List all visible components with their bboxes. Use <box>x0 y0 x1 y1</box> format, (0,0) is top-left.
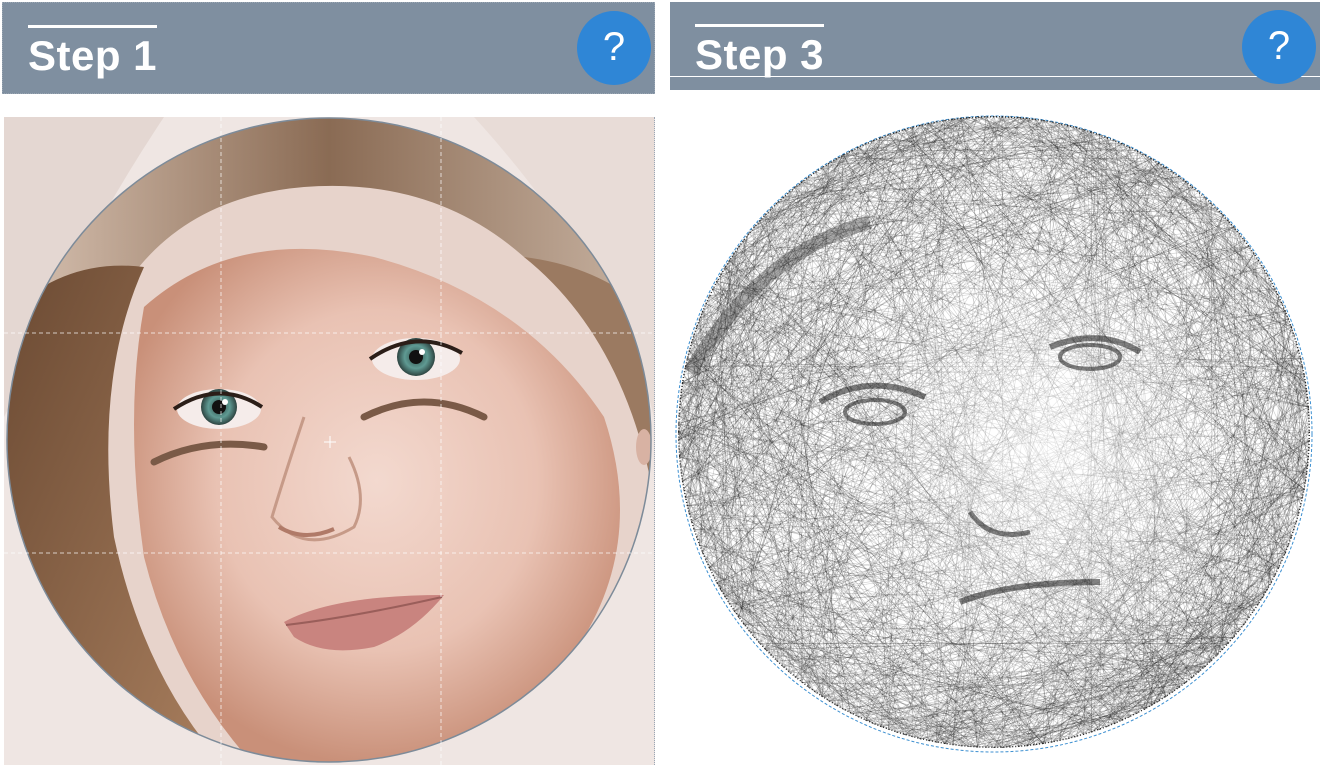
header-divider <box>670 76 1320 77</box>
step-3-title: Step 3 <box>695 24 825 76</box>
step-3-header: Step 3 ? <box>670 2 1320 90</box>
step-3-panel: Step 3 ? <box>670 0 1320 765</box>
step-1-panel: Step 1 ? <box>0 0 657 765</box>
step-3-help-button[interactable]: ? <box>1242 10 1316 84</box>
step-1-header: Step 1 ? <box>2 2 655 94</box>
photo-crop-area[interactable] <box>4 117 655 765</box>
string-art-area <box>670 112 1320 765</box>
step-1-title: Step 1 <box>28 25 158 77</box>
step-1-help-button[interactable]: ? <box>577 11 651 85</box>
string-art-preview <box>675 115 1313 753</box>
portrait-photo <box>4 117 654 765</box>
